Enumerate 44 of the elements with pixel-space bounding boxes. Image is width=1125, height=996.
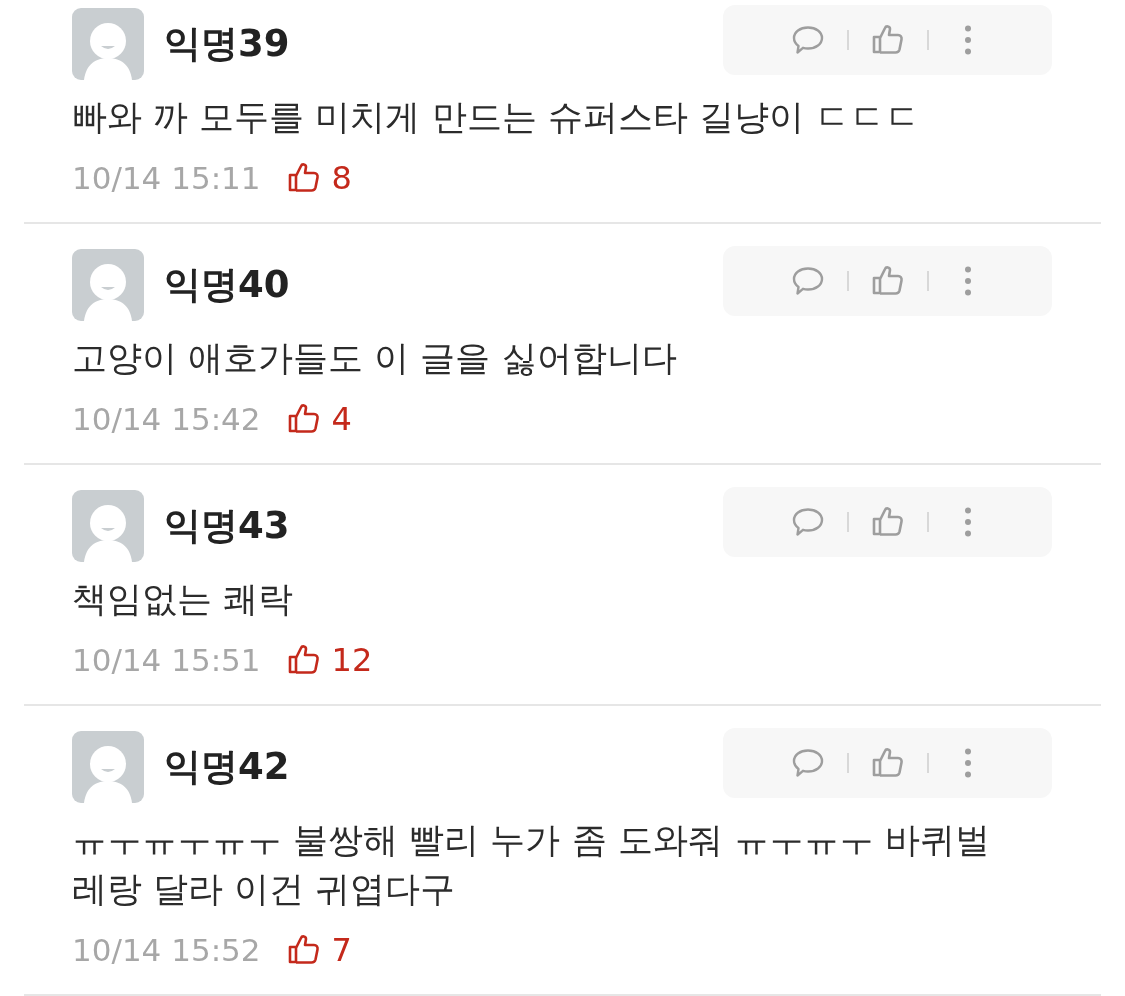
- more-icon: [963, 25, 972, 55]
- thumbs-up-icon: [871, 506, 904, 538]
- like-button[interactable]: [870, 746, 905, 780]
- like-button[interactable]: [870, 264, 905, 298]
- reply-button[interactable]: [790, 746, 825, 780]
- avatar-icon: [72, 8, 144, 80]
- reply-button[interactable]: [790, 23, 825, 57]
- thumbs-up-icon: [286, 403, 320, 435]
- comment-time: 10/14 15:51: [72, 642, 261, 678]
- comment-text: 고양이 애호가들도 이 글을 싫어합니다: [72, 337, 678, 380]
- more-icon: [963, 507, 972, 537]
- like-count: 7: [331, 931, 352, 969]
- more-icon: [963, 748, 972, 778]
- author-name: 익명40: [164, 262, 290, 308]
- reply-button[interactable]: [790, 264, 825, 298]
- like-count: 4: [331, 400, 352, 438]
- comment-text: 책임없는 쾌락: [72, 578, 295, 621]
- thumbs-up-icon: [871, 24, 904, 56]
- speech-bubble-icon: [791, 507, 824, 537]
- author-name: 익명43: [164, 503, 290, 549]
- thumbs-up-icon: [286, 162, 320, 194]
- speech-bubble-icon: [791, 748, 824, 778]
- thumbs-up-icon: [286, 644, 320, 676]
- thumbs-up-icon: [871, 265, 904, 297]
- avatar-icon: [72, 249, 144, 321]
- avatar-icon: [72, 731, 144, 803]
- thumbs-up-icon: [286, 934, 320, 966]
- comment-text: 빠와 까 모두를 미치게 만드는 슈퍼스타 길냥이 ㄷㄷㄷ: [72, 96, 921, 139]
- comment-time: 10/14 15:11: [72, 160, 261, 196]
- like-button[interactable]: [870, 23, 905, 57]
- avatar-icon: [72, 490, 144, 562]
- comment-text: ㅠㅜㅠㅜㅠㅜ 불쌍해 빨리 누가 좀 도와줘 ㅠㅜㅠㅜ 바퀴벌레랑 달라 이건 귀엽다구: [72, 819, 991, 911]
- author-name: 익명39: [164, 21, 290, 67]
- author-name: 익명42: [164, 744, 290, 790]
- speech-bubble-icon: [791, 266, 824, 296]
- reply-button[interactable]: [790, 505, 825, 539]
- comment-time: 10/14 15:52: [72, 932, 261, 968]
- thumbs-up-icon: [871, 747, 904, 779]
- like-count: 8: [331, 159, 352, 197]
- like-button[interactable]: [870, 505, 905, 539]
- comment-time: 10/14 15:42: [72, 401, 261, 437]
- speech-bubble-icon: [791, 25, 824, 55]
- more-icon: [963, 266, 972, 296]
- like-count: 12: [331, 641, 373, 679]
